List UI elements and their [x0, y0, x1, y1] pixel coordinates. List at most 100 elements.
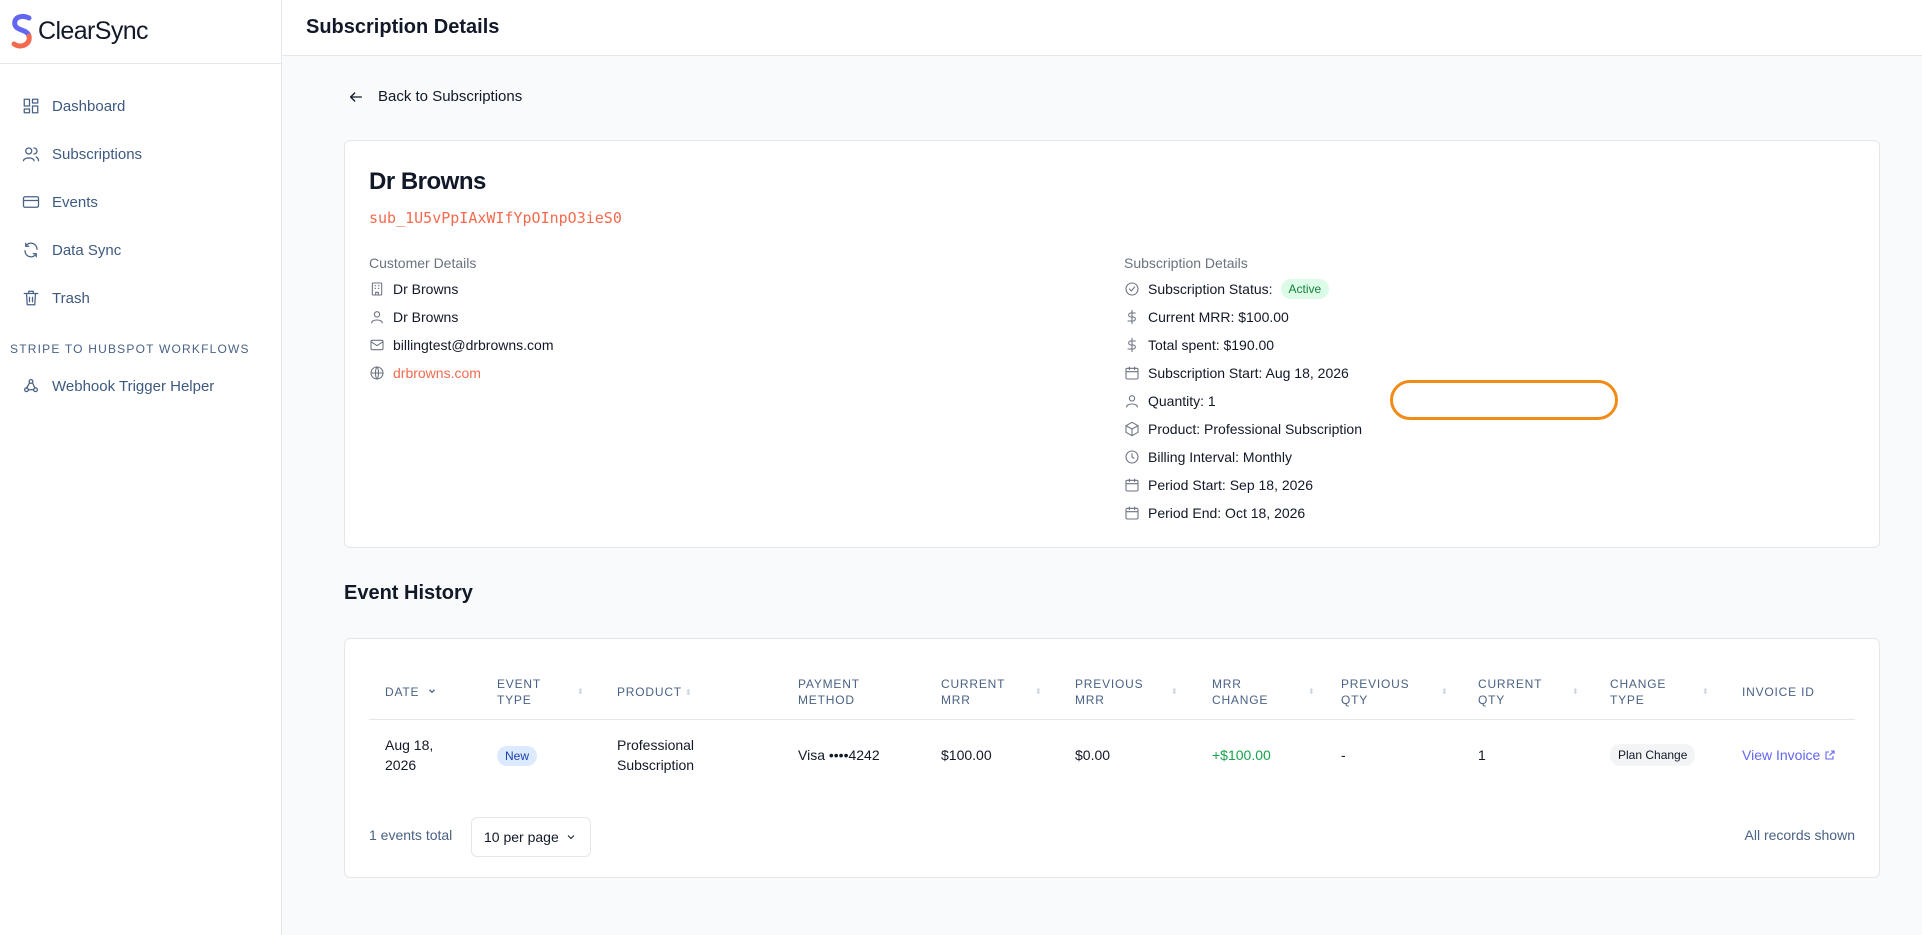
sidebar-item-data-sync[interactable]: Data Sync: [0, 226, 281, 274]
subscription-details-title: Subscription Details: [1124, 255, 1248, 271]
sidebar-item-events[interactable]: Events: [0, 178, 281, 226]
cell-current-mrr: $100.00: [941, 747, 992, 763]
logo[interactable]: ClearSync: [0, 0, 281, 64]
calendar-icon: [1125, 506, 1139, 520]
cell-product-line: Professional: [617, 737, 695, 753]
change-type-badge: Plan Change: [1610, 744, 1696, 766]
column-label: QTY: [1341, 693, 1369, 707]
sidebar-item-dashboard[interactable]: Dashboard: [0, 82, 281, 130]
view-invoice-link[interactable]: View Invoice: [1742, 747, 1836, 763]
back-link-label: Back to Subscriptions: [378, 88, 523, 105]
total-spent: Total spent: $190.00: [1148, 337, 1275, 353]
column-label: QTY: [1478, 693, 1506, 707]
cell-product-line: Subscription: [617, 757, 695, 773]
chevron-down-icon: [429, 689, 436, 694]
app-name: ClearSync: [38, 17, 149, 45]
column-label: CHANGE: [1610, 677, 1667, 691]
column-label: TYPE: [497, 693, 532, 707]
cell-invoice: View Invoice: [1742, 745, 1836, 765]
column-header-current-mrr[interactable]: CURRENT MRR ⬍: [941, 676, 1042, 708]
column-label: PREVIOUS: [1341, 677, 1410, 691]
sort-icon: ⬍: [1441, 687, 1449, 696]
customer-details-title: Customer Details: [369, 255, 477, 271]
customer-contact: Dr Browns: [393, 309, 459, 325]
clearsync-logo-icon: [9, 13, 35, 51]
column-header-previous-qty[interactable]: PREVIOUS QTY ⬍: [1341, 676, 1448, 708]
total-spent-highlight-annotation: [1390, 380, 1618, 420]
cell-change-type: Plan Change: [1610, 744, 1696, 766]
event-history-table: DATE EVENT TYPE ⬍ PRODUCT ⬍ PAYMENT METH…: [344, 638, 1880, 878]
column-header-event-type[interactable]: EVENT TYPE ⬍: [497, 676, 584, 708]
column-label: PREVIOUS: [1075, 677, 1144, 691]
cell-date: Aug 18, 2026: [385, 735, 433, 775]
building-icon: [371, 282, 383, 296]
external-link-icon: [1825, 750, 1835, 760]
arrow-left-icon: [350, 91, 362, 102]
sort-icon: ⬍: [1171, 687, 1179, 696]
quantity-row: Quantity: 1: [1124, 387, 1362, 415]
column-label: CURRENT: [941, 677, 1006, 691]
sidebar: ClearSync Dashboard Subscriptions Events…: [0, 0, 282, 935]
cell-current-qty: 1: [1478, 747, 1486, 763]
column-header-change-type[interactable]: CHANGE TYPE ⬍: [1610, 676, 1709, 708]
customer-email-row: billingtest@drbrowns.com: [369, 331, 554, 359]
sort-icon: ⬍: [685, 688, 693, 697]
event-type-badge: New: [497, 746, 538, 766]
column-header-current-qty[interactable]: CURRENT QTY ⬍: [1478, 676, 1579, 708]
sidebar-item-trash[interactable]: Trash: [0, 274, 281, 322]
customer-website-link[interactable]: drbrowns.com: [393, 365, 481, 381]
sort-icon: ⬍: [1035, 687, 1043, 696]
customer-name: Dr Browns: [369, 168, 486, 195]
customer-contact-row: Dr Browns: [369, 303, 554, 331]
billing-interval-row: Billing Interval: Monthly: [1124, 443, 1362, 471]
chevron-down-icon: [567, 835, 575, 840]
subscription-details-section: Subscription Details Subscription Status…: [1124, 255, 1362, 527]
column-header-product[interactable]: PRODUCT ⬍: [617, 684, 692, 700]
page-title: Subscription Details: [306, 16, 500, 38]
column-label: TYPE: [1610, 693, 1645, 707]
event-history-title: Event History: [344, 582, 473, 604]
clock-icon: [1125, 450, 1139, 464]
column-header-date[interactable]: DATE: [385, 684, 437, 700]
sidebar-item-subscriptions[interactable]: Subscriptions: [0, 130, 281, 178]
subscription-detail-card: Dr Browns sub_1U5vPpIAxWIfYpOInpO3ieS0 C…: [344, 140, 1880, 548]
product-row: Product: Professional Subscription: [1124, 415, 1362, 443]
per-page-value: 10 per page: [484, 829, 559, 845]
subscription-status-label: Subscription Status:: [1148, 281, 1273, 297]
events-total: 1 events total: [369, 827, 453, 843]
period-start-row: Period Start: Sep 18, 2026: [1124, 471, 1362, 499]
subscription-status-row: Subscription Status: Active: [1124, 275, 1362, 303]
user-icon: [371, 311, 383, 324]
sort-icon: ⬍: [577, 687, 585, 696]
column-label: DATE: [385, 685, 420, 699]
customer-company-row: Dr Browns: [369, 275, 554, 303]
sidebar-item-webhook-trigger-helper[interactable]: Webhook Trigger Helper: [0, 366, 281, 406]
column-label: INVOICE ID: [1742, 685, 1815, 699]
table-header-divider: [369, 719, 1855, 720]
column-label: EVENT: [497, 677, 542, 691]
subscription-id: sub_1U5vPpIAxWIfYpOInpO3ieS0: [369, 209, 622, 227]
per-page-select[interactable]: 10 per page: [471, 817, 591, 857]
package-icon: [1125, 421, 1139, 437]
subscription-start-row: Subscription Start: Aug 18, 2026: [1124, 359, 1362, 387]
column-header-mrr-change[interactable]: MRR CHANGE ⬍: [1212, 676, 1315, 708]
current-mrr: Current MRR: $100.00: [1148, 309, 1289, 325]
cell-mrr-change: +$100.00: [1212, 747, 1271, 763]
sort-icon: ⬍: [1308, 687, 1316, 696]
cell-event-type: New: [497, 745, 538, 766]
sidebar-item-label: Webhook Trigger Helper: [52, 377, 215, 395]
sort-icon: ⬍: [1572, 687, 1580, 696]
column-header-previous-mrr[interactable]: PREVIOUS MRR ⬍: [1075, 676, 1178, 708]
subscription-start: Subscription Start: Aug 18, 2026: [1148, 365, 1349, 381]
period-start: Period Start: Sep 18, 2026: [1148, 477, 1313, 493]
cell-product: Professional Subscription: [617, 735, 694, 775]
check-circle-icon: [1125, 282, 1139, 296]
sidebar-item-label: Events: [52, 193, 98, 211]
card-icon: [22, 196, 40, 208]
webhook-icon: [23, 378, 39, 393]
sidebar-item-label: Dashboard: [52, 97, 126, 115]
column-label: CHANGE: [1212, 693, 1269, 707]
trash-icon: [23, 290, 39, 306]
sidebar-section-title: STRIPE TO HUBSPOT WORKFLOWS: [10, 342, 250, 356]
back-to-subscriptions-link[interactable]: Back to Subscriptions: [348, 88, 522, 105]
